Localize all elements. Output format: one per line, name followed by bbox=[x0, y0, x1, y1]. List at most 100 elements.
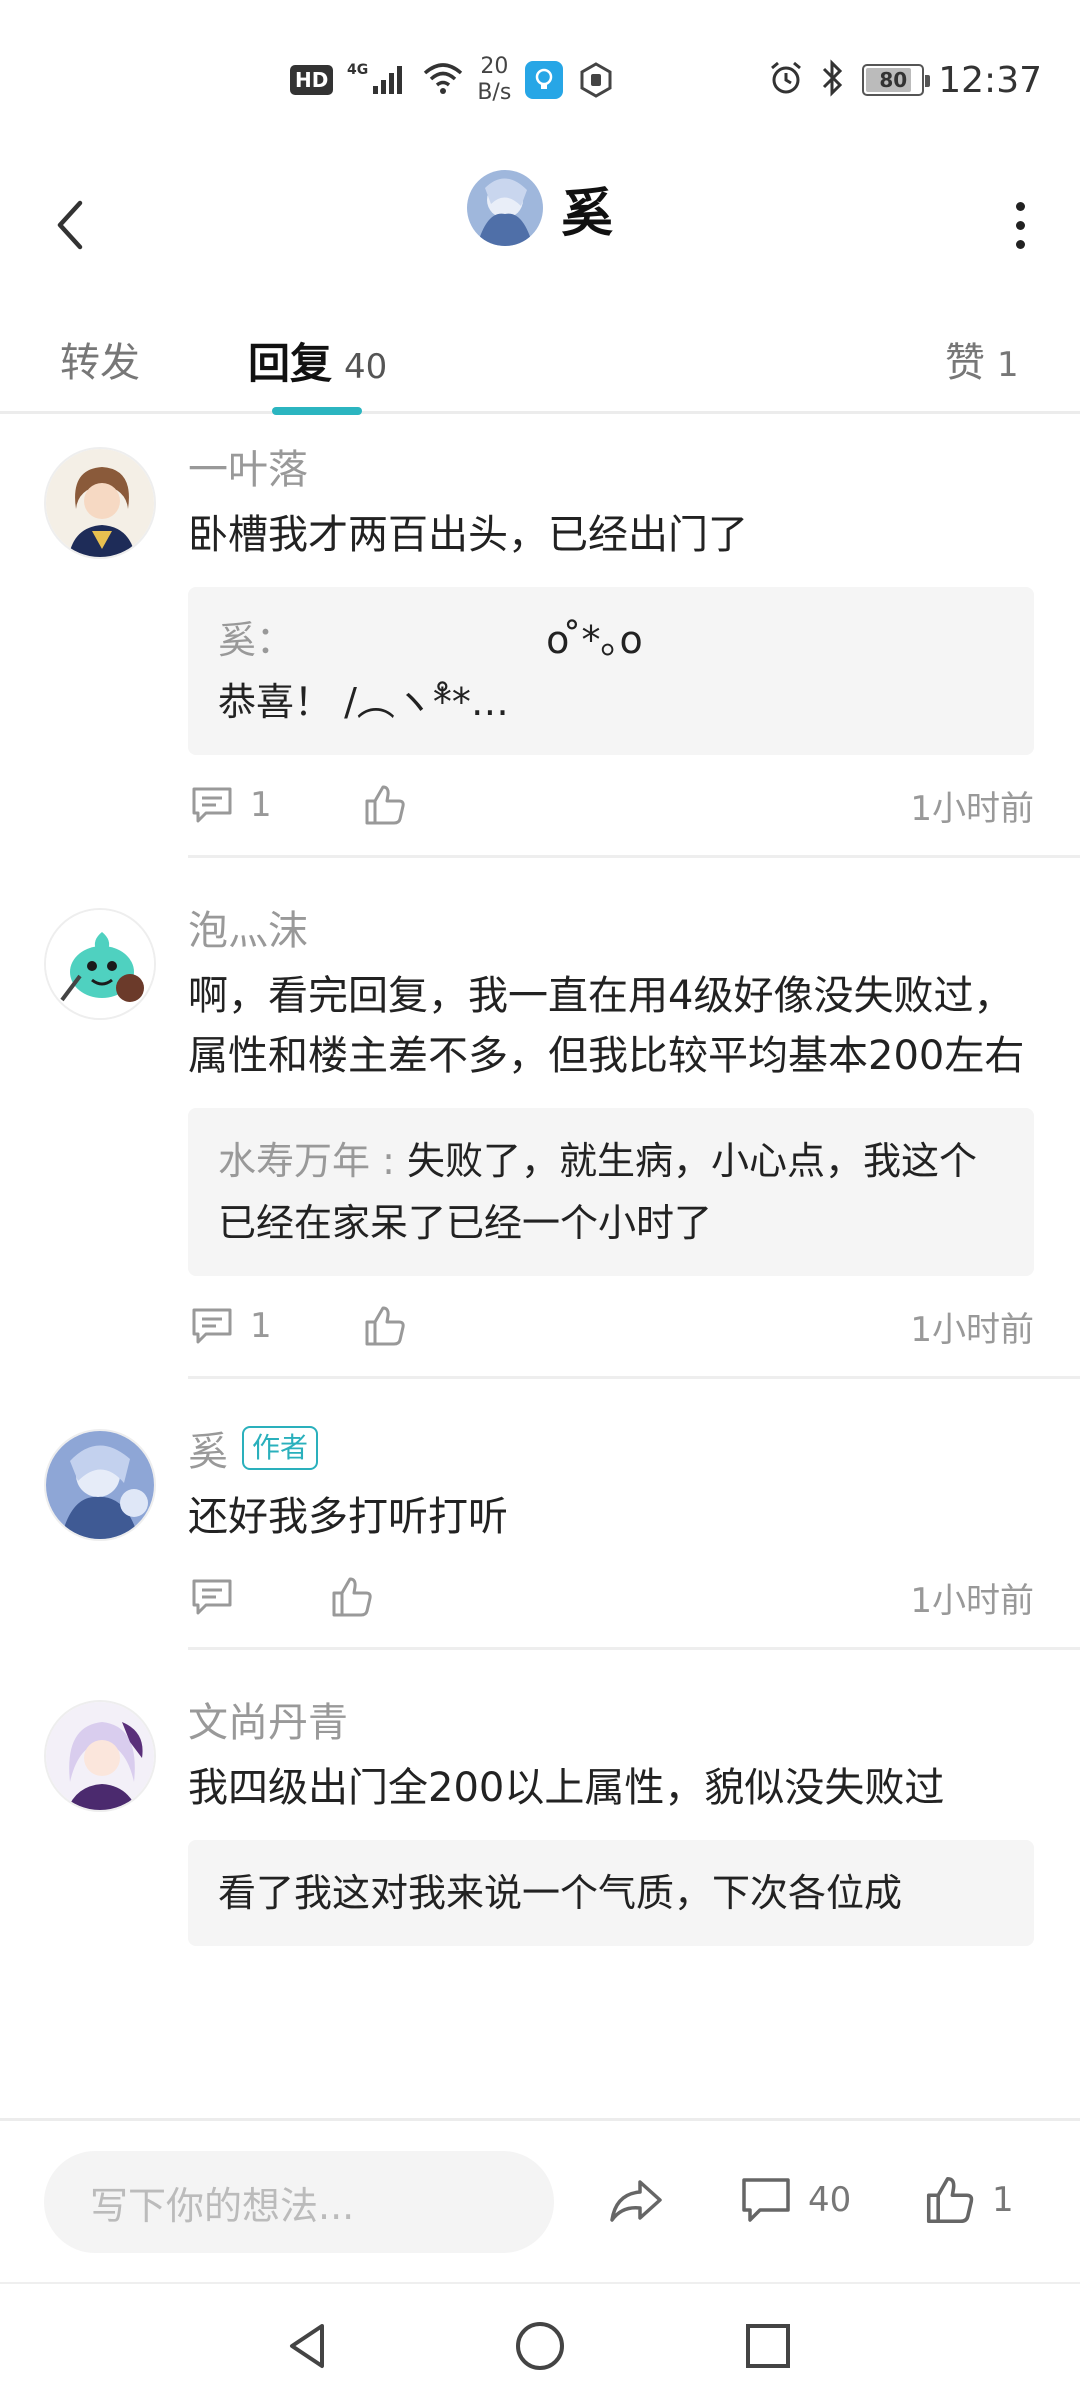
more-dot-icon bbox=[1015, 220, 1025, 230]
comment-text: 卧槽我才两百出头，已经出门了 bbox=[188, 512, 748, 558]
tab-active-indicator bbox=[272, 407, 362, 415]
nav-recents-button[interactable] bbox=[728, 2306, 808, 2386]
nav-back-icon bbox=[290, 2324, 324, 2368]
avatar[interactable] bbox=[44, 1700, 156, 1812]
like-count: 1 bbox=[992, 2180, 1014, 2220]
comment-icon bbox=[192, 1579, 232, 1615]
comment-icon bbox=[192, 1308, 232, 1344]
header-avatar[interactable] bbox=[466, 170, 543, 246]
clock: 12:37 bbox=[938, 59, 1042, 101]
like-button[interactable] bbox=[363, 783, 407, 827]
alarm-icon bbox=[768, 60, 804, 100]
comment-text: 啊，看完回复，我一直在用4级好像没失败过，属性和楼主差不多，但我比较平均基本20… bbox=[188, 973, 1025, 1079]
system-nav-bar bbox=[0, 2282, 1080, 2400]
share-icon bbox=[610, 2180, 662, 2222]
username[interactable]: 文尚丹青 bbox=[188, 1690, 348, 1748]
net-speed: 20 B/s bbox=[477, 54, 511, 106]
thumbs-up-icon bbox=[365, 785, 405, 825]
bottom-action-bar: 写下你的想法... 40 1 bbox=[0, 2118, 1080, 2280]
comment-actions: 1 1小时前 bbox=[188, 755, 1034, 855]
reply-count: 1 bbox=[250, 1306, 272, 1346]
like-button[interactable] bbox=[363, 1304, 407, 1348]
reply-quote-author: 奚： bbox=[218, 618, 295, 662]
thumbs-up-icon bbox=[332, 1577, 372, 1617]
comment-item: 文尚丹青 我四级出门全200以上属性，貌似没失败过 看了我这对我来说一个气质，下… bbox=[0, 1650, 1080, 1946]
reply-quote-text: 看了我这对我来说一个气质，下次各位成 bbox=[218, 1871, 903, 1915]
reply-quote-author: 水寿万年 : bbox=[218, 1139, 407, 1183]
username[interactable]: 一叶落 bbox=[188, 437, 308, 495]
user-row: 文尚丹青 bbox=[188, 1684, 1034, 1754]
svg-text:4G: 4G bbox=[347, 62, 368, 78]
avatar[interactable] bbox=[44, 1429, 156, 1541]
like-button[interactable] bbox=[330, 1575, 374, 1619]
header: 奚 bbox=[0, 150, 1080, 300]
avatar[interactable] bbox=[44, 908, 156, 1020]
reply-button[interactable]: 1 bbox=[190, 785, 272, 825]
user-row: 一叶落 bbox=[188, 431, 1034, 501]
comment-icon bbox=[742, 2178, 790, 2222]
share-button[interactable] bbox=[606, 2165, 666, 2235]
reply-count: 1 bbox=[250, 785, 272, 825]
tab-likes[interactable]: 赞 1 bbox=[945, 330, 1019, 388]
reply-quote-line: 恭喜！ /︵ヽ*̊*… bbox=[218, 680, 509, 724]
thumbs-up-icon bbox=[365, 1306, 405, 1346]
tab-likes-count: 1 bbox=[997, 345, 1019, 385]
user-row: 泡灬沫 bbox=[188, 892, 1034, 962]
reply-quote-line: 奚： o ̊*｡o bbox=[218, 609, 1004, 671]
reply-quote[interactable]: 奚： o ̊*｡o 恭喜！ /︵ヽ*̊*… bbox=[188, 587, 1034, 755]
username[interactable]: 奚 bbox=[188, 1419, 228, 1477]
comment-item: 奚 作者 还好我多打听打听 1小时前 bbox=[0, 1379, 1080, 1647]
reply-quote-text: o ̊*｡o bbox=[546, 618, 643, 662]
status-right: 80 12:37 bbox=[768, 52, 1042, 108]
nav-back-button[interactable] bbox=[268, 2306, 348, 2386]
more-dot-icon bbox=[1015, 239, 1025, 249]
comment-item: 一叶落 卧槽我才两百出头，已经出门了 奚： o ̊*｡o 恭喜！ /︵ヽ*̊*…… bbox=[0, 417, 1080, 855]
tab-replies[interactable]: 回复 40 bbox=[248, 330, 387, 391]
comment-actions: 1小时前 bbox=[188, 1547, 1034, 1647]
tab-replies-count: 40 bbox=[344, 347, 388, 387]
cellular-signal-icon: 4G bbox=[347, 60, 409, 100]
username[interactable]: 泡灬沫 bbox=[188, 898, 308, 956]
shield-app-icon bbox=[577, 61, 615, 99]
reply-button[interactable]: 1 bbox=[190, 1306, 272, 1346]
comment-time: 1小时前 bbox=[910, 1580, 1034, 1621]
comment-time: 1小时前 bbox=[910, 1309, 1034, 1350]
net-speed-value: 20 bbox=[480, 54, 509, 79]
nav-recents-icon bbox=[746, 2324, 790, 2368]
tab-replies-label: 回复 bbox=[248, 339, 333, 388]
nav-home-button[interactable] bbox=[500, 2306, 580, 2386]
nav-home-icon bbox=[516, 2322, 564, 2370]
like-count-button[interactable]: 1 bbox=[924, 2165, 1014, 2235]
comment-text: 还好我多打听打听 bbox=[188, 1494, 508, 1540]
comment-actions: 1 1小时前 bbox=[188, 1276, 1034, 1376]
comment-text: 我四级出门全200以上属性，貌似没失败过 bbox=[188, 1765, 945, 1811]
tab-repost[interactable]: 转发 bbox=[60, 330, 140, 388]
thumbs-up-icon bbox=[926, 2176, 974, 2224]
net-speed-unit: B/s bbox=[477, 80, 512, 105]
wifi-icon bbox=[423, 61, 463, 99]
reply-quote[interactable]: 看了我这对我来说一个气质，下次各位成 bbox=[188, 1840, 1034, 1946]
lightbulb-app-icon bbox=[525, 61, 564, 99]
comment-item: 泡灬沫 啊，看完回复，我一直在用4级好像没失败过，属性和楼主差不多，但我比较平均… bbox=[0, 858, 1080, 1376]
user-row: 奚 作者 bbox=[188, 1413, 1034, 1483]
comment-icon bbox=[192, 787, 232, 823]
reply-input-placeholder: 写下你的想法... bbox=[90, 2183, 355, 2228]
comment-count-button[interactable]: 40 bbox=[740, 2165, 851, 2235]
author-badge: 作者 bbox=[242, 1426, 319, 1470]
bluetooth-icon bbox=[818, 59, 848, 101]
reply-quote[interactable]: 水寿万年 : 失败了，就生病，小心点，我这个已经在家呆了已经一个小时了 bbox=[188, 1108, 1034, 1276]
tab-repost-label: 转发 bbox=[60, 340, 140, 386]
comment-list[interactable]: 一叶落 卧槽我才两百出头，已经出门了 奚： o ̊*｡o 恭喜！ /︵ヽ*̊*…… bbox=[0, 417, 1080, 2117]
tab-bar: 转发 回复 40 赞 1 bbox=[0, 310, 1080, 415]
status-bar: HD 4G 20 B/s 80 12:37 bbox=[0, 0, 1080, 150]
tab-likes-label: 赞 bbox=[945, 340, 985, 386]
reply-button[interactable] bbox=[190, 1577, 234, 1617]
avatar[interactable] bbox=[44, 447, 156, 559]
comment-count: 40 bbox=[808, 2180, 852, 2220]
reply-input[interactable]: 写下你的想法... bbox=[44, 2151, 554, 2253]
comment-time: 1小时前 bbox=[910, 788, 1034, 829]
more-dot-icon bbox=[1015, 201, 1025, 211]
more-options-button[interactable] bbox=[990, 180, 1050, 270]
status-left: HD 4G 20 B/s bbox=[290, 52, 615, 108]
header-center: 奚 bbox=[0, 170, 1080, 246]
